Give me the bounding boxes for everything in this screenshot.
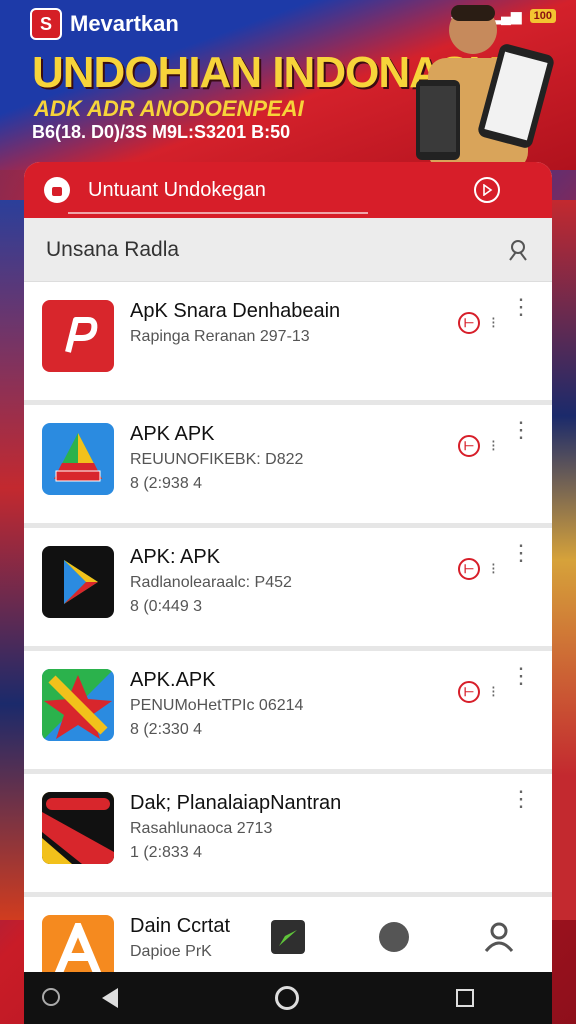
profile-nav-icon: [484, 922, 514, 952]
play-circle-icon[interactable]: [474, 177, 500, 203]
subhead: ADK ADR ANODOENPEAI: [34, 96, 304, 121]
decor-left: [0, 200, 26, 920]
app-title: Dain Ccrtat: [130, 915, 231, 937]
install-icon[interactable]: ⊢: [458, 558, 480, 580]
app-subtitle: Rapinga Reranan 297-13: [130, 328, 310, 345]
app-icon-triangle: [42, 423, 114, 495]
promo-person-illustration: [416, 5, 554, 170]
dot-icon: ⁝: [490, 315, 496, 332]
more-options-icon[interactable]: ⋮: [510, 419, 532, 441]
search-label: Unsana Radla: [46, 237, 180, 261]
app-title: Dak; PlanalaiapNantran: [130, 792, 342, 814]
install-icon[interactable]: ⊢: [458, 312, 480, 334]
app-title: APK: APK: [130, 546, 221, 568]
app-icon-p: [42, 300, 114, 372]
more-options-icon[interactable]: ⋮: [510, 788, 532, 810]
s-logo-icon: S: [30, 8, 62, 40]
app-subtitle: Dapioe PrK: [130, 943, 212, 960]
app-meta: 8 (2:938 4: [130, 475, 203, 492]
nav-item-profile[interactable]: [483, 921, 515, 953]
app-title: APK.APK: [130, 669, 216, 691]
install-icon[interactable]: ⊢: [458, 435, 480, 457]
more-options-icon[interactable]: ⋮: [510, 665, 532, 687]
install-icon[interactable]: ⊢: [458, 681, 480, 703]
nav-item-apps[interactable]: [271, 920, 305, 954]
app-title: ApK Snara Denhabeain: [130, 300, 341, 322]
app-list: ApK Snara Denhabeain Rapinga Reranan 297…: [24, 282, 552, 972]
nav-item-discover[interactable]: [379, 922, 409, 952]
brand: S Mevartkan: [30, 8, 179, 40]
app-meta: 8 (0:449 3: [130, 598, 203, 615]
system-nav-bar: [24, 972, 552, 1024]
list-item[interactable]: APK.APK PENUMoHetTPIc 06214 8 (2:330 4 ⊢…: [24, 651, 552, 774]
decor-right: [550, 200, 576, 920]
bottom-nav: [234, 902, 552, 972]
panel-header-title: Untuant Undokegan: [88, 178, 266, 201]
app-panel: Untuant Undokegan Unsana Radla ApK Snara…: [24, 162, 552, 972]
lock-icon: [44, 177, 70, 203]
list-item[interactable]: Dak; PlanalaiapNantran Rasahlunaoca 2713…: [24, 774, 552, 897]
panel-header: Untuant Undokegan: [24, 162, 552, 218]
user-search-icon[interactable]: [506, 238, 530, 262]
app-subtitle: PENUMoHetTPIc 06214: [130, 697, 304, 714]
app-meta: 1 (2:833 4: [130, 844, 203, 861]
dateline: B6(18. D0)/3S M9L:S3201 B:50: [32, 122, 291, 142]
search-row[interactable]: Unsana Radla: [24, 218, 552, 282]
list-item[interactable]: APK: APK Radlanolearaalc: P452 8 (0:449 …: [24, 528, 552, 651]
list-item[interactable]: ApK Snara Denhabeain Rapinga Reranan 297…: [24, 282, 552, 405]
dot-icon: ⁝: [490, 438, 496, 455]
recents-icon[interactable]: [455, 989, 474, 1007]
discover-nav-icon: [379, 922, 409, 952]
more-options-icon[interactable]: ⋮: [510, 296, 532, 318]
app-subtitle: REUUNOFIKEBK: D822: [130, 451, 304, 468]
dot-icon: ⁝: [490, 561, 496, 578]
app-icon-star: [42, 669, 114, 741]
app-icon-stripes: [42, 792, 114, 864]
app-subtitle: Rasahlunaoca 2713: [130, 820, 273, 837]
dot-icon: ⁝: [490, 684, 496, 701]
app-icon-play: [42, 546, 114, 618]
app-icon-a: [42, 915, 114, 972]
header-underline: [68, 212, 368, 214]
app-title: APK APK: [130, 423, 215, 445]
app-meta: 8 (2:330 4: [130, 721, 203, 738]
apps-nav-icon: [271, 920, 305, 954]
list-item[interactable]: APK APK REUUNOFIKEBK: D822 8 (2:938 4 ⊢ …: [24, 405, 552, 528]
assistant-icon[interactable]: [42, 988, 60, 1006]
back-icon[interactable]: [102, 988, 119, 1008]
brand-name: Mevartkan: [70, 11, 179, 36]
app-subtitle: Radlanolearaalc: P452: [130, 574, 292, 591]
more-options-icon[interactable]: ⋮: [510, 542, 532, 564]
home-icon[interactable]: [274, 986, 299, 1010]
